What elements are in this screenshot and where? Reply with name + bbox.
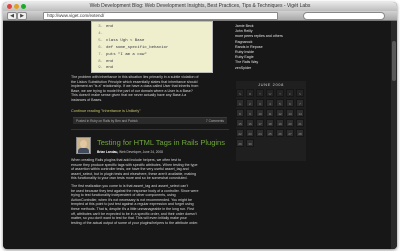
post-meta: Posted in Ruby on Rails by Ben and Patri… <box>76 119 138 123</box>
forward-button[interactable]: ▶ <box>17 12 27 20</box>
post-byline: Brian Landau, Web Developer, June 24, 20… <box>97 150 163 154</box>
line-number: 6. <box>98 46 103 50</box>
code-text: end <box>106 25 114 29</box>
forward-arrow-icon: ▶ <box>20 13 24 19</box>
post-meta-bar: Posted in Ruby on Rails by Ben and Patri… <box>73 117 227 124</box>
text-line: instances of Bases. <box>71 97 103 102</box>
code-line: 3. end <box>92 24 212 30</box>
code-line: 7. puts "I am a cow" <box>92 52 212 58</box>
calendar-day[interactable]: 16 <box>246 119 254 127</box>
post-body: When creating Rails plugins that add inc… <box>71 158 229 225</box>
back-button[interactable]: ◀ <box>7 12 17 20</box>
line-number: 7. <box>98 53 103 57</box>
code-line: 6. def some_specific_behavior <box>92 45 212 51</box>
code-text: def some_specific_behavior <box>106 46 169 50</box>
browser-window: Web Development Blog: Web Development In… <box>3 2 397 249</box>
calendar-weekday-header: T <box>256 89 264 97</box>
article-paragraph: The problem with inheritance in this sit… <box>71 75 229 103</box>
calendar-day[interactable]: 1 <box>236 99 244 107</box>
calendar-day[interactable]: 26 <box>276 129 284 137</box>
calendar-day[interactable]: 2 <box>246 99 254 107</box>
calendar-day[interactable]: 23 <box>246 129 254 137</box>
search-field[interactable] <box>303 12 385 20</box>
code-text: puts "I am a cow" <box>106 53 147 57</box>
calendar-day[interactable]: 14 <box>296 109 304 117</box>
calendar-title: JUNE 2008 <box>258 82 284 87</box>
code-block: 3. end 4. 5. class Ugh < Base 6. def some… <box>91 21 213 73</box>
author-avatar <box>76 137 91 154</box>
page-content: 3. end 4. 5. class Ugh < Base 6. def some… <box>3 21 397 249</box>
line-number: 4. <box>98 32 103 36</box>
window-title: Web Development Blog: Web Development In… <box>89 3 311 9</box>
calendar-day[interactable]: 19 <box>276 119 284 127</box>
scrollbar-thumb[interactable] <box>392 41 396 81</box>
calendar-day[interactable]: 15 <box>236 119 244 127</box>
calendar-day[interactable]: 10 <box>256 109 264 117</box>
calendar-day[interactable]: 24 <box>256 129 264 137</box>
calendar-day[interactable]: 9 <box>246 109 254 117</box>
calendar-day[interactable]: 8 <box>236 109 244 117</box>
comments-link[interactable]: 7 Comments <box>206 118 224 124</box>
sidebar-link[interactable]: zenSpider <box>235 66 345 71</box>
calendar-day[interactable]: 12 <box>276 109 284 117</box>
calendar-day[interactable]: 28 <box>296 129 304 137</box>
title-bar: Web Development Blog: Web Development In… <box>3 2 397 11</box>
calendar-weekday-header: S <box>296 89 304 97</box>
calendar-day[interactable]: 21 <box>296 119 304 127</box>
byline-author[interactable]: Brian Landau, <box>97 150 118 154</box>
byline-details: Web Developer, June 24, 2008 <box>118 150 163 154</box>
calendar-day[interactable]: 3 <box>256 99 264 107</box>
calendar-day[interactable]: 11 <box>266 109 274 117</box>
address-bar[interactable]: http://www.viget.com/extend/ <box>43 12 278 20</box>
calendar-day[interactable]: 27 <box>286 129 294 137</box>
code-text: class Ugh < Base <box>106 39 145 43</box>
calendar-day[interactable]: 6 <box>286 99 294 107</box>
calendar-day[interactable]: 7 <box>296 99 304 107</box>
calendar-weekday-header: M <box>246 89 254 97</box>
code-line: 4. <box>92 31 212 37</box>
calendar-day[interactable]: 5 <box>276 99 284 107</box>
avatar-head <box>80 140 87 148</box>
continue-reading-link[interactable]: Continue reading "Inheritance is Unlikel… <box>71 109 141 113</box>
vertical-scrollbar[interactable] <box>391 21 397 249</box>
calendar-day[interactable]: 30 <box>246 139 254 147</box>
code-line: 5. class Ugh < Base <box>92 38 212 44</box>
calendar-day[interactable]: 25 <box>266 129 274 137</box>
calendar-weekday-header: W <box>266 89 274 97</box>
avatar-body <box>78 148 89 153</box>
line-number: 3. <box>98 25 103 29</box>
line-number: 5. <box>98 39 103 43</box>
calendar-day[interactable]: 18 <box>266 119 274 127</box>
line-number: 9. <box>98 66 103 70</box>
calendar-day[interactable]: 20 <box>286 119 294 127</box>
back-arrow-icon: ◀ <box>10 13 14 19</box>
calendar-weekday-header: T <box>276 89 284 97</box>
text-line: testing of the actual output of some of … <box>71 220 199 225</box>
calendar-day[interactable]: 4 <box>266 99 274 107</box>
calendar-day[interactable]: 22 <box>236 129 244 137</box>
post-title-link[interactable]: Testing for HTML Tags in Rails Plugins <box>97 138 225 147</box>
code-line: 9. end <box>92 65 212 71</box>
calendar-day[interactable]: 17 <box>256 119 264 127</box>
calendar-weekday-header: F <box>286 89 294 97</box>
calendar-day[interactable]: 13 <box>286 109 294 117</box>
code-text: end <box>106 66 114 70</box>
post-divider <box>71 129 229 130</box>
calendar-day[interactable]: 29 <box>236 139 244 147</box>
calendar-grid: S M T W T F S 1 2 3 4 5 6 7 8 9 10 11 12 13 14 15 16 17 18 19 20 21… <box>236 89 306 161</box>
sidebar-blogroll: Jamie Beck John Reilly more peers replie… <box>235 24 345 71</box>
calendar-widget: JUNE 2008 S M T W T F S 1 2 3 4 5 6 7 8 9 10 11 12 13 14 15 16… <box>236 81 306 161</box>
calendar-weekday-header: S <box>236 89 244 97</box>
browser-toolbar: ◀ ▶ http://www.viget.com/extend/ <box>3 11 397 21</box>
